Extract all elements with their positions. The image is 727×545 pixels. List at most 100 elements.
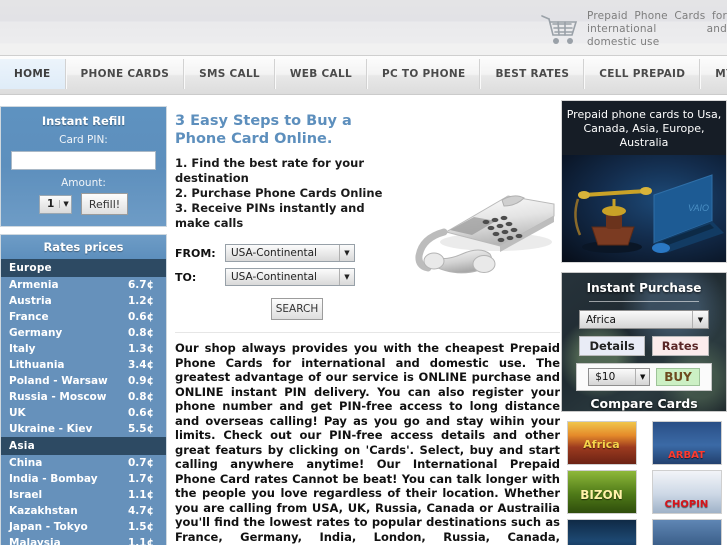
card-name: CHOPIN — [664, 499, 709, 510]
rates-button[interactable]: Rates — [651, 336, 709, 356]
card-thumbnail[interactable]: CHOPIN — [651, 470, 722, 514]
rates-region-header: Europe — [1, 259, 166, 277]
rate-row[interactable]: France 0.6¢ — [1, 309, 166, 325]
header-brand: Prepaid Phone Cards for international an… — [539, 8, 727, 49]
details-button[interactable]: Details — [579, 336, 645, 356]
card-name: BIZON — [580, 488, 623, 502]
rate-country: Japan - Tokyo — [9, 521, 88, 533]
denomination-value: $10 — [595, 371, 616, 383]
intro-copy: Our shop always provides you with the ch… — [175, 332, 560, 545]
nav-item-cell-prepaid[interactable]: CELL PREPAID — [584, 59, 701, 89]
rate-price: 0.7¢ — [128, 457, 154, 469]
card-name: ARBAT — [668, 450, 705, 461]
rate-price: 0.8¢ — [128, 391, 154, 403]
refill-amount-select[interactable]: 1 ▼ — [38, 194, 72, 214]
rate-price: 0.6¢ — [128, 311, 154, 323]
site-header: Prepaid Phone Cards for international an… — [0, 0, 727, 55]
to-country-select[interactable]: USA-Continental ▼ — [225, 268, 355, 286]
rate-price: 1.1¢ — [128, 537, 154, 545]
rate-row[interactable]: Italy 1.3¢ — [1, 341, 166, 357]
nav-item-my-account[interactable]: MY ACCOUNT — [700, 59, 727, 89]
rate-country: Russia - Moscow — [9, 391, 107, 403]
divider — [589, 301, 699, 302]
nav-item-home[interactable]: HOME — [0, 59, 66, 89]
rate-row[interactable]: Japan - Tokyo 1.5¢ — [1, 519, 166, 535]
search-button[interactable]: SEARCH — [271, 298, 323, 320]
refill-button[interactable]: Refill! — [80, 193, 129, 215]
promo-banner[interactable]: Prepaid phone cards to Usa, Canada, Asia… — [561, 100, 727, 263]
nav-item-web-call[interactable]: WEB CALL — [274, 59, 367, 89]
copy-paragraph-1: Our shop always provides you with the ch… — [175, 341, 560, 545]
refill-controls-row: 1 ▼ Refill! — [11, 193, 156, 215]
refill-amount-value: 1 — [46, 198, 55, 210]
rate-row[interactable]: Ukraine - Kiev 5.5¢ — [1, 421, 166, 437]
card-pin-input[interactable] — [11, 151, 156, 170]
rate-price: 1.5¢ — [128, 521, 154, 533]
amount-label: Amount: — [61, 177, 106, 189]
promo-caption: Prepaid phone cards to Usa, Canada, Asia… — [562, 101, 726, 155]
card-thumbnails: Africa ARBAT BIZON CHOPIN Continental East We… — [561, 421, 727, 545]
rate-price: 4.7¢ — [128, 505, 154, 517]
rate-price: 0.9¢ — [128, 375, 154, 387]
rate-row[interactable]: India - Bombay 1.7¢ — [1, 471, 166, 487]
from-label: FROM: — [175, 246, 216, 260]
rate-price: 1.7¢ — [128, 473, 154, 485]
left-sidebar: Instant Refill Card PIN: Amount: 1 ▼ Ref… — [0, 106, 167, 545]
main-navigation: HOME PHONE CARDS SMS CALL WEB CALL PC TO PHO… — [0, 55, 727, 95]
rate-price: 6.7¢ — [128, 279, 154, 291]
rate-row[interactable]: Russia - Moscow 0.8¢ — [1, 389, 166, 405]
from-country-value: USA-Continental — [231, 247, 317, 259]
rate-country: France — [9, 311, 49, 323]
instant-purchase-title: Instant Purchase — [586, 281, 702, 295]
rates-prices-panel: Rates prices Europe Armenia 6.7¢ Austria 1.2… — [0, 234, 167, 545]
header-tagline: Prepaid Phone Cards for international an… — [587, 10, 727, 48]
rate-country: Ukraine - Kiev — [9, 423, 93, 435]
nav-item-pc-to-phone[interactable]: PC TO PHONE — [366, 59, 481, 89]
rate-row[interactable]: China 0.7¢ — [1, 455, 166, 471]
buy-button[interactable]: BUY — [656, 368, 700, 386]
rate-row[interactable]: Austria 1.2¢ — [1, 293, 166, 309]
card-thumbnail[interactable]: East West — [651, 519, 722, 545]
chevron-down-icon: ▼ — [59, 200, 69, 208]
rate-price: 5.5¢ — [128, 423, 154, 435]
rate-row[interactable]: Israel 1.1¢ — [1, 487, 166, 503]
nav-item-phone-cards[interactable]: PHONE CARDS — [65, 59, 185, 89]
rate-price: 0.8¢ — [128, 327, 154, 339]
denomination-select[interactable]: $10 ▼ — [588, 368, 651, 386]
rate-row[interactable]: Malaysia 1.1¢ — [1, 535, 166, 545]
rate-row[interactable]: Germany 0.8¢ — [1, 325, 166, 341]
nav-item-best-rates[interactable]: BEST RATES — [480, 59, 585, 89]
chevron-down-icon: ▼ — [339, 245, 354, 261]
region-select[interactable]: Africa ▼ — [579, 310, 709, 329]
card-thumbnail[interactable]: BIZON — [566, 470, 637, 514]
nav-item-sms-call[interactable]: SMS CALL — [184, 59, 275, 89]
rate-price: 1.2¢ — [128, 295, 154, 307]
rate-row[interactable]: Armenia 6.7¢ — [1, 277, 166, 293]
steps-list: 1. Find the best rate for your destinati… — [175, 156, 383, 230]
card-thumbnail[interactable]: Africa — [566, 421, 637, 465]
rate-row[interactable]: UK 0.6¢ — [1, 405, 166, 421]
rate-row[interactable]: Lithuania 3.4¢ — [1, 357, 166, 373]
rate-row[interactable]: Poland - Warsaw 0.9¢ — [1, 373, 166, 389]
from-country-select[interactable]: USA-Continental ▼ — [225, 244, 355, 262]
rate-price: 0.6¢ — [128, 407, 154, 419]
rate-row[interactable]: Kazakhstan 4.7¢ — [1, 503, 166, 519]
rate-price: 3.4¢ — [128, 359, 154, 371]
rate-country: China — [9, 457, 43, 469]
compare-cards-link[interactable]: Compare Cards — [562, 396, 726, 411]
promo-image: VAIO — [562, 155, 726, 262]
purchase-tabs: Details Rates — [562, 336, 726, 356]
card-thumbnail[interactable]: ARBAT — [651, 421, 722, 465]
card-thumbnail[interactable]: Continental — [566, 519, 637, 545]
instant-refill-panel: Instant Refill Card PIN: Amount: 1 ▼ Ref… — [0, 106, 167, 227]
rate-country: Italy — [9, 343, 36, 355]
shopping-cart-icon — [539, 11, 579, 49]
rates-prices-title: Rates prices — [1, 235, 166, 259]
page-title: 3 Easy Steps to Buy a Phone Card Online. — [175, 113, 352, 147]
rate-price: 1.3¢ — [128, 343, 154, 355]
rate-country: Austria — [9, 295, 52, 307]
chevron-down-icon: ▼ — [339, 269, 354, 285]
right-sidebar: Prepaid phone cards to Usa, Canada, Asia… — [561, 100, 727, 545]
chevron-down-icon: ▼ — [692, 311, 708, 328]
rate-country: India - Bombay — [9, 473, 98, 485]
